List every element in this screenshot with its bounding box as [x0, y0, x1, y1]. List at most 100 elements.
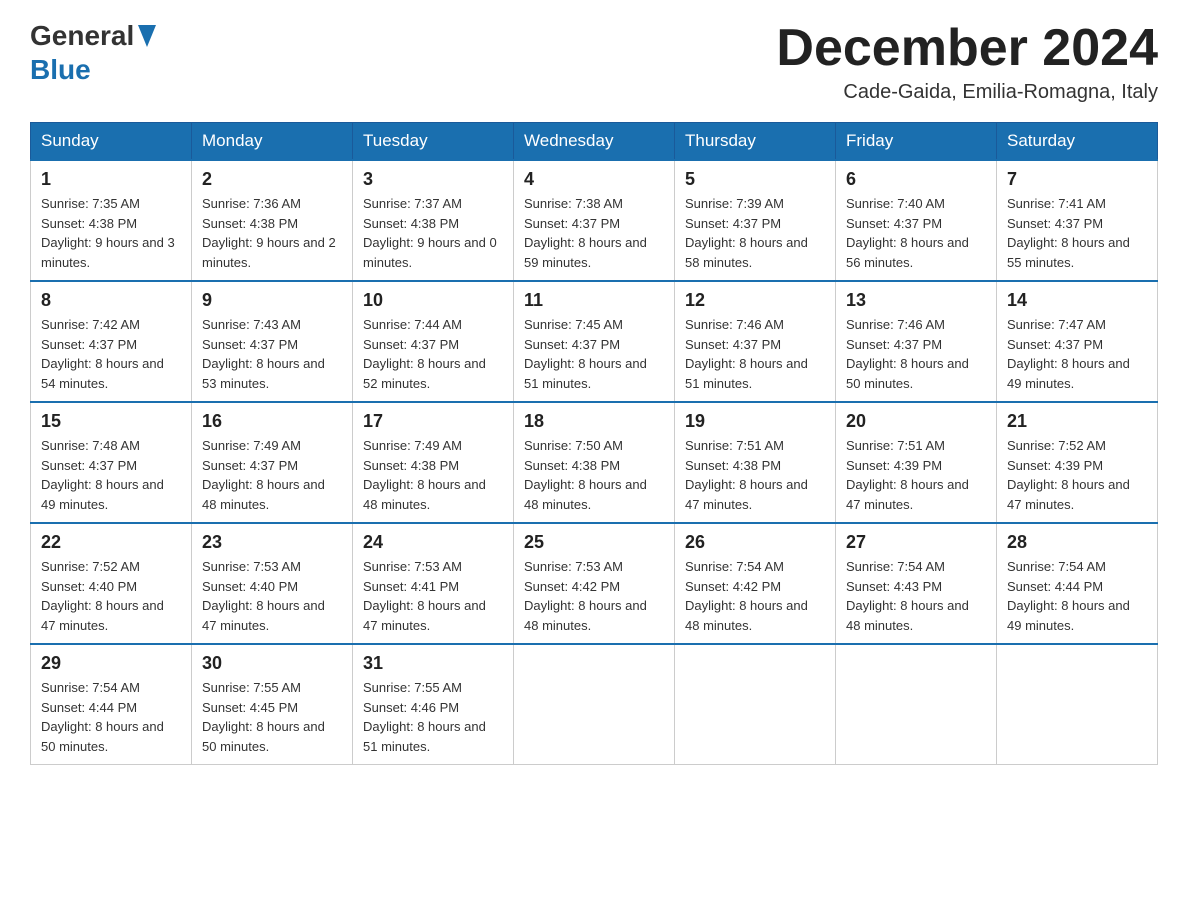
sunset-label: Sunset: 4:37 PM [524, 337, 620, 352]
day-number: 19 [685, 411, 825, 432]
table-row [836, 644, 997, 765]
table-row: 9 Sunrise: 7:43 AM Sunset: 4:37 PM Dayli… [192, 281, 353, 402]
table-row: 26 Sunrise: 7:54 AM Sunset: 4:42 PM Dayl… [675, 523, 836, 644]
day-number: 4 [524, 169, 664, 190]
logo-general-text: General [30, 20, 134, 52]
sunset-label: Sunset: 4:41 PM [363, 579, 459, 594]
day-info: Sunrise: 7:52 AM Sunset: 4:40 PM Dayligh… [41, 557, 181, 635]
daylight-label: Daylight: 8 hours and 47 minutes. [1007, 477, 1130, 512]
sunrise-label: Sunrise: 7:46 AM [846, 317, 945, 332]
sunset-label: Sunset: 4:37 PM [1007, 216, 1103, 231]
day-info: Sunrise: 7:54 AM Sunset: 4:44 PM Dayligh… [1007, 557, 1147, 635]
sunset-label: Sunset: 4:39 PM [846, 458, 942, 473]
sunrise-label: Sunrise: 7:39 AM [685, 196, 784, 211]
sunset-label: Sunset: 4:39 PM [1007, 458, 1103, 473]
day-number: 13 [846, 290, 986, 311]
calendar-header-row: Sunday Monday Tuesday Wednesday Thursday… [31, 123, 1158, 161]
table-row [514, 644, 675, 765]
sunrise-label: Sunrise: 7:54 AM [41, 680, 140, 695]
sunset-label: Sunset: 4:45 PM [202, 700, 298, 715]
sunset-label: Sunset: 4:37 PM [202, 458, 298, 473]
sunset-label: Sunset: 4:44 PM [1007, 579, 1103, 594]
day-info: Sunrise: 7:41 AM Sunset: 4:37 PM Dayligh… [1007, 194, 1147, 272]
table-row: 7 Sunrise: 7:41 AM Sunset: 4:37 PM Dayli… [997, 160, 1158, 281]
sunset-label: Sunset: 4:40 PM [41, 579, 137, 594]
sunrise-label: Sunrise: 7:36 AM [202, 196, 301, 211]
month-title: December 2024 [776, 20, 1158, 77]
sunset-label: Sunset: 4:38 PM [524, 458, 620, 473]
day-info: Sunrise: 7:35 AM Sunset: 4:38 PM Dayligh… [41, 194, 181, 272]
day-info: Sunrise: 7:48 AM Sunset: 4:37 PM Dayligh… [41, 436, 181, 514]
sunrise-label: Sunrise: 7:49 AM [202, 438, 301, 453]
calendar-table: Sunday Monday Tuesday Wednesday Thursday… [30, 122, 1158, 765]
table-row: 14 Sunrise: 7:47 AM Sunset: 4:37 PM Dayl… [997, 281, 1158, 402]
daylight-label: Daylight: 8 hours and 51 minutes. [524, 356, 647, 391]
daylight-label: Daylight: 8 hours and 48 minutes. [202, 477, 325, 512]
daylight-label: Daylight: 8 hours and 54 minutes. [41, 356, 164, 391]
table-row: 28 Sunrise: 7:54 AM Sunset: 4:44 PM Dayl… [997, 523, 1158, 644]
sunset-label: Sunset: 4:37 PM [363, 337, 459, 352]
table-row: 20 Sunrise: 7:51 AM Sunset: 4:39 PM Dayl… [836, 402, 997, 523]
daylight-label: Daylight: 9 hours and 3 minutes. [41, 235, 175, 270]
col-header-wednesday: Wednesday [514, 123, 675, 161]
table-row: 25 Sunrise: 7:53 AM Sunset: 4:42 PM Dayl… [514, 523, 675, 644]
day-info: Sunrise: 7:46 AM Sunset: 4:37 PM Dayligh… [846, 315, 986, 393]
day-info: Sunrise: 7:36 AM Sunset: 4:38 PM Dayligh… [202, 194, 342, 272]
sunset-label: Sunset: 4:44 PM [41, 700, 137, 715]
sunrise-label: Sunrise: 7:38 AM [524, 196, 623, 211]
sunset-label: Sunset: 4:38 PM [202, 216, 298, 231]
sunrise-label: Sunrise: 7:51 AM [685, 438, 784, 453]
day-number: 26 [685, 532, 825, 553]
col-header-sunday: Sunday [31, 123, 192, 161]
calendar-week-row: 29 Sunrise: 7:54 AM Sunset: 4:44 PM Dayl… [31, 644, 1158, 765]
daylight-label: Daylight: 9 hours and 0 minutes. [363, 235, 497, 270]
daylight-label: Daylight: 8 hours and 50 minutes. [846, 356, 969, 391]
day-number: 20 [846, 411, 986, 432]
day-number: 5 [685, 169, 825, 190]
table-row: 2 Sunrise: 7:36 AM Sunset: 4:38 PM Dayli… [192, 160, 353, 281]
day-number: 22 [41, 532, 181, 553]
table-row: 3 Sunrise: 7:37 AM Sunset: 4:38 PM Dayli… [353, 160, 514, 281]
daylight-label: Daylight: 8 hours and 53 minutes. [202, 356, 325, 391]
title-section: December 2024 Cade-Gaida, Emilia-Romagna… [776, 20, 1158, 104]
day-number: 31 [363, 653, 503, 674]
day-number: 3 [363, 169, 503, 190]
daylight-label: Daylight: 8 hours and 50 minutes. [202, 719, 325, 754]
sunset-label: Sunset: 4:37 PM [41, 458, 137, 473]
col-header-saturday: Saturday [997, 123, 1158, 161]
day-number: 23 [202, 532, 342, 553]
sunrise-label: Sunrise: 7:54 AM [685, 559, 784, 574]
daylight-label: Daylight: 8 hours and 49 minutes. [41, 477, 164, 512]
sunset-label: Sunset: 4:37 PM [524, 216, 620, 231]
table-row: 18 Sunrise: 7:50 AM Sunset: 4:38 PM Dayl… [514, 402, 675, 523]
day-number: 14 [1007, 290, 1147, 311]
day-number: 12 [685, 290, 825, 311]
day-number: 8 [41, 290, 181, 311]
daylight-label: Daylight: 8 hours and 47 minutes. [41, 598, 164, 633]
table-row: 19 Sunrise: 7:51 AM Sunset: 4:38 PM Dayl… [675, 402, 836, 523]
sunrise-label: Sunrise: 7:52 AM [1007, 438, 1106, 453]
day-number: 2 [202, 169, 342, 190]
sunset-label: Sunset: 4:37 PM [846, 216, 942, 231]
day-info: Sunrise: 7:45 AM Sunset: 4:37 PM Dayligh… [524, 315, 664, 393]
table-row: 31 Sunrise: 7:55 AM Sunset: 4:46 PM Dayl… [353, 644, 514, 765]
sunset-label: Sunset: 4:42 PM [685, 579, 781, 594]
sunset-label: Sunset: 4:37 PM [202, 337, 298, 352]
sunset-label: Sunset: 4:43 PM [846, 579, 942, 594]
sunrise-label: Sunrise: 7:44 AM [363, 317, 462, 332]
day-number: 29 [41, 653, 181, 674]
calendar-week-row: 22 Sunrise: 7:52 AM Sunset: 4:40 PM Dayl… [31, 523, 1158, 644]
table-row: 29 Sunrise: 7:54 AM Sunset: 4:44 PM Dayl… [31, 644, 192, 765]
page-header: General Blue December 2024 Cade-Gaida, E… [30, 20, 1158, 104]
day-info: Sunrise: 7:53 AM Sunset: 4:40 PM Dayligh… [202, 557, 342, 635]
daylight-label: Daylight: 8 hours and 48 minutes. [846, 598, 969, 633]
daylight-label: Daylight: 8 hours and 51 minutes. [363, 719, 486, 754]
daylight-label: Daylight: 8 hours and 48 minutes. [685, 598, 808, 633]
sunset-label: Sunset: 4:37 PM [685, 216, 781, 231]
day-number: 17 [363, 411, 503, 432]
sunrise-label: Sunrise: 7:43 AM [202, 317, 301, 332]
col-header-friday: Friday [836, 123, 997, 161]
day-number: 25 [524, 532, 664, 553]
sunrise-label: Sunrise: 7:37 AM [363, 196, 462, 211]
day-number: 7 [1007, 169, 1147, 190]
